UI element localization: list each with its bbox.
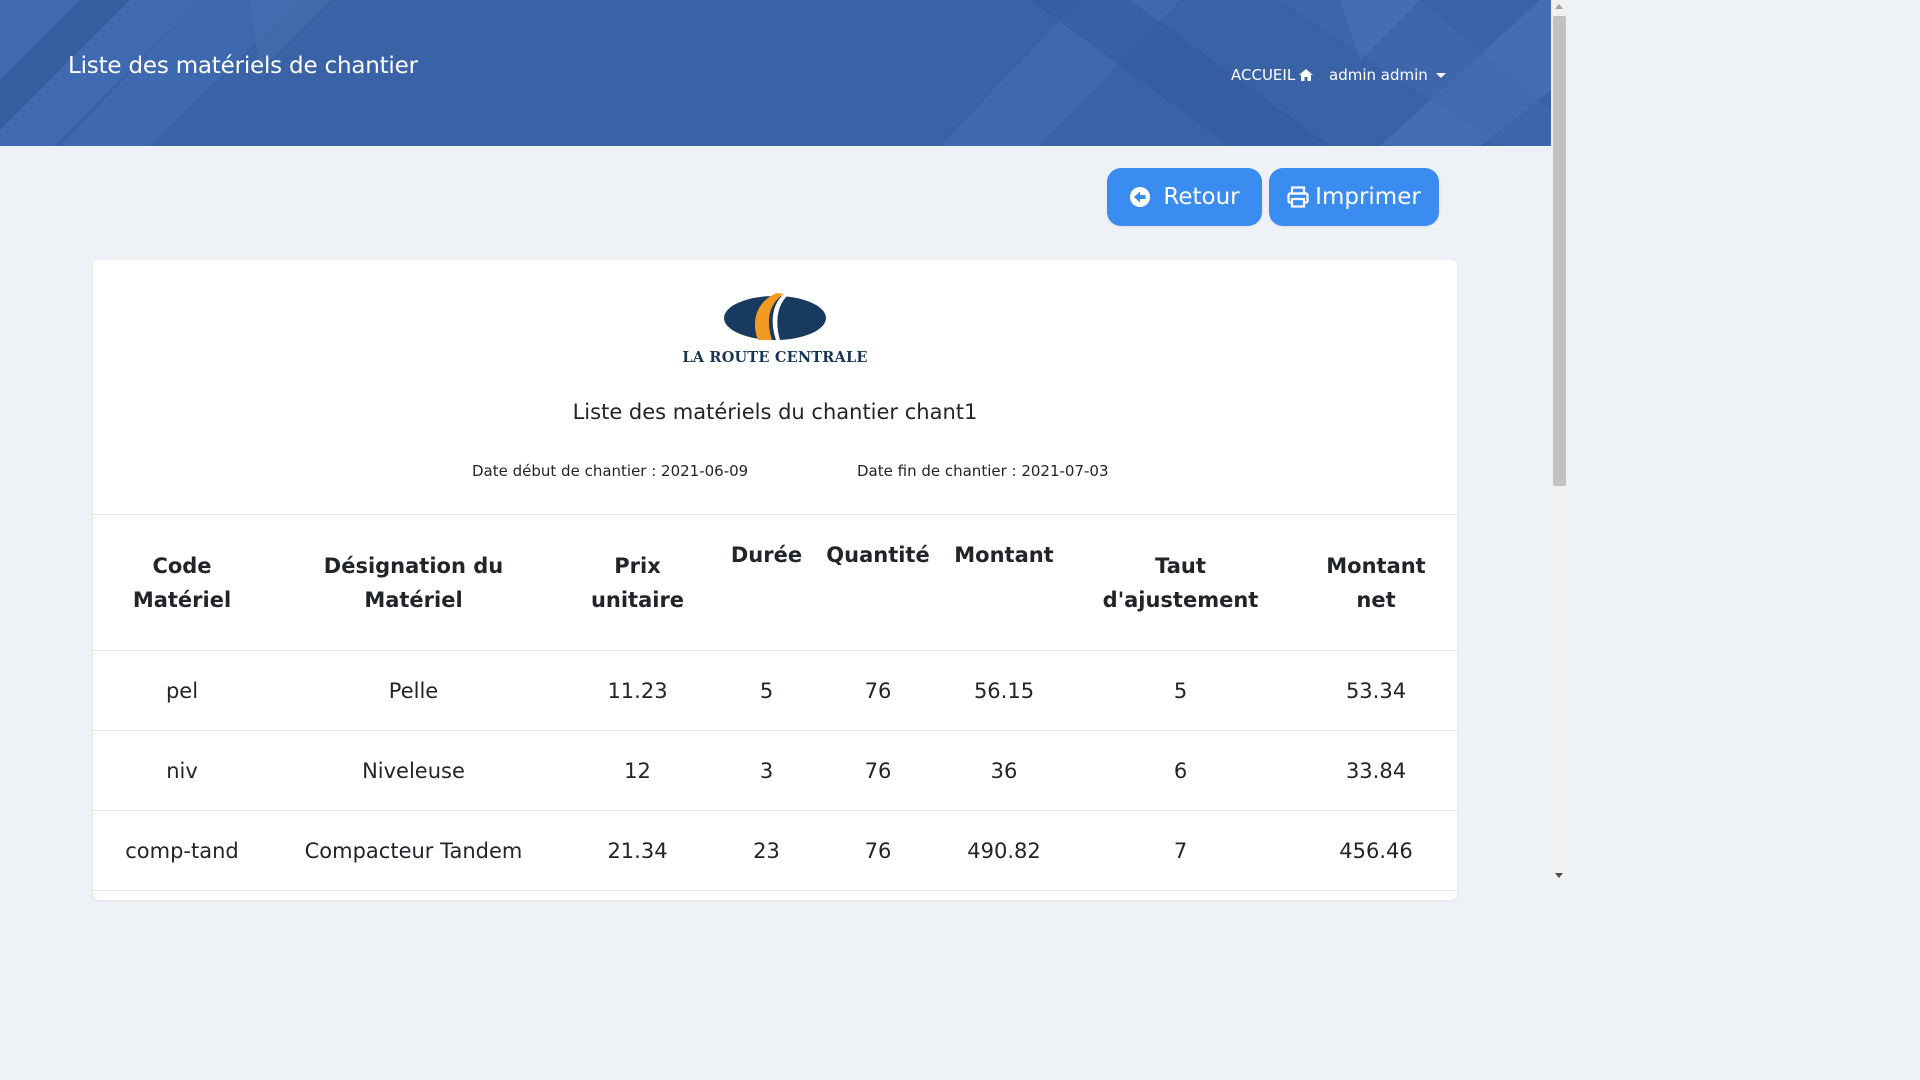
cell-unit-price: 11.23	[556, 650, 719, 731]
cell-quantity: 76	[814, 810, 942, 891]
road-logo-icon	[724, 293, 826, 340]
back-button-label: Retour	[1163, 184, 1240, 210]
company-logo: LA ROUTE CENTRALE	[680, 290, 870, 370]
start-date: Date début de chantier : 2021-06-09	[472, 462, 749, 480]
user-menu-label: admin admin	[1329, 66, 1428, 84]
cell-amount: 36	[942, 730, 1066, 811]
top-header: Liste des matériels de chantier ACCUEIL …	[0, 0, 1551, 146]
column-header-duration: Durée	[719, 514, 814, 651]
cell-amount: 490.82	[942, 810, 1066, 891]
cell-duration: 23	[719, 810, 814, 891]
cell-unit-price: 12	[556, 730, 719, 811]
cell-net-amount: 456.46	[1295, 810, 1457, 891]
end-date: Date fin de chantier : 2021-07-03	[857, 462, 1109, 480]
cell-adjustment-rate: 7	[1066, 810, 1295, 891]
print-button[interactable]: Imprimer	[1269, 168, 1439, 226]
cell-quantity: 76	[814, 650, 942, 731]
column-header-quantity: Quantité	[814, 514, 942, 651]
nav-home-label: ACCUEIL	[1231, 66, 1296, 84]
column-header-unit-price: Prix unitaire	[556, 514, 719, 651]
column-header-amount: Montant	[942, 514, 1066, 651]
column-header-designation: Désignation du Matériel	[271, 514, 556, 651]
report-card: LA ROUTE CENTRALE Liste des matériels du…	[93, 260, 1457, 900]
cell-amount: 56.15	[942, 650, 1066, 731]
home-icon	[1299, 69, 1314, 81]
table-header-row: Code Matériel Désignation du Matériel Prix…	[93, 514, 1457, 651]
cell-unit-price: 21.34	[556, 810, 719, 891]
cell-net-amount: 53.34	[1295, 650, 1457, 731]
cell-designation: Compacteur Tandem	[271, 810, 556, 891]
cell-quantity: 76	[814, 730, 942, 811]
scroll-up-arrow-icon[interactable]	[1555, 4, 1563, 9]
cell-duration: 3	[719, 730, 814, 811]
cell-code: niv	[93, 730, 271, 811]
scroll-down-arrow-icon[interactable]	[1555, 873, 1563, 878]
report-title: Liste des matériels du chantier chant1	[572, 400, 978, 424]
column-header-code: Code Matériel	[93, 514, 271, 651]
arrow-circle-left-icon	[1130, 187, 1151, 207]
cell-designation: Pelle	[271, 650, 556, 731]
scrollbar-thumb[interactable]	[1553, 16, 1566, 486]
cell-code: comp-tand	[93, 810, 271, 891]
print-button-label: Imprimer	[1315, 184, 1421, 210]
cell-code: pel	[93, 650, 271, 731]
company-logo-text: LA ROUTE CENTRALE	[682, 349, 868, 366]
cell-duration: 5	[719, 650, 814, 731]
vertical-scrollbar[interactable]	[1551, 0, 1568, 882]
printer-icon	[1287, 186, 1309, 208]
cell-designation: Niveleuse	[271, 730, 556, 811]
column-header-adjustment-rate: Taut d'ajustement	[1066, 514, 1295, 651]
back-button[interactable]: Retour	[1107, 168, 1262, 226]
nav-home-link[interactable]: ACCUEIL	[1231, 66, 1314, 84]
table-row: comp-tand Compacteur Tandem 21.34 23 76 …	[93, 810, 1457, 891]
table-row: pel Pelle 11.23 5 76 56.15 5 53.34	[93, 650, 1457, 731]
table-row: niv Niveleuse 12 3 76 36 6 33.84	[93, 730, 1457, 811]
column-header-net-amount: Montant net	[1295, 514, 1457, 651]
cell-net-amount: 33.84	[1295, 730, 1457, 811]
materials-table: Code Matériel Désignation du Matériel Prix…	[93, 514, 1457, 891]
user-menu-dropdown[interactable]: admin admin	[1329, 66, 1446, 84]
cell-adjustment-rate: 5	[1066, 650, 1295, 731]
cell-adjustment-rate: 6	[1066, 730, 1295, 811]
page-header-title: Liste des matériels de chantier	[68, 53, 418, 79]
caret-down-icon	[1435, 72, 1446, 78]
